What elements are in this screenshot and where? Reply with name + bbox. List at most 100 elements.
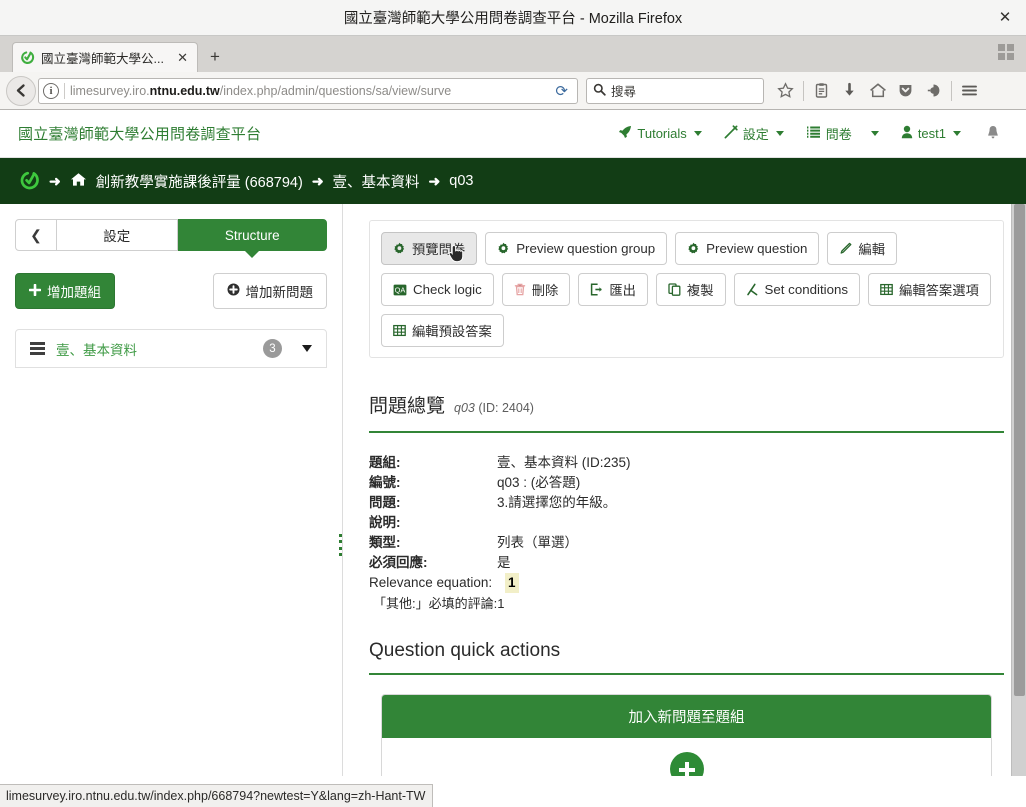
toolbar-divider-2 <box>951 80 952 101</box>
overview-table: 題組: 壹、基本資料 (ID:235) 編號: q03 : (必答題) 問題: … <box>369 453 1004 614</box>
other-comment-note: 「其他:」必填的評論:1 <box>373 596 505 611</box>
chevron-down-icon <box>775 131 784 136</box>
scrollbar-vertical[interactable] <box>1011 204 1026 776</box>
add-group-label: 增加題組 <box>47 285 101 300</box>
sidebar-tab-structure[interactable]: Structure <box>177 219 327 251</box>
button-label: Preview question group <box>516 241 656 256</box>
breadcrumb-arrow: ➜ <box>428 172 441 189</box>
plus-circle-icon[interactable] <box>669 752 704 776</box>
qa-badge-icon: QA <box>393 284 407 296</box>
search-bar[interactable]: 搜尋 <box>586 77 764 104</box>
copy-icon <box>668 283 681 296</box>
new-tab-button[interactable]: + <box>198 42 232 72</box>
reload-icon[interactable]: ⟳ <box>550 82 573 100</box>
copy-question-button[interactable]: 複製 <box>655 273 726 306</box>
breadcrumb-item-group[interactable]: 壹、基本資料 <box>333 171 420 192</box>
nav-item-surveys[interactable]: 問卷 <box>795 118 890 149</box>
plus-circle-icon <box>227 283 240 299</box>
gear-icon <box>687 242 700 255</box>
delete-question-button[interactable]: 刪除 <box>501 273 571 306</box>
add-group-button[interactable]: 增加題組 <box>15 273 115 309</box>
relevance-equation-value: 1 <box>505 573 519 593</box>
hamburger-menu-icon[interactable] <box>956 77 983 105</box>
nav-item-tutorials[interactable]: Tutorials <box>607 119 712 148</box>
add-question-button[interactable]: 增加新問題 <box>212 273 327 309</box>
list-item[interactable]: 壹、基本資料 3 <box>16 330 326 367</box>
sidebar-tabs: ❮ 設定 Structure <box>15 219 327 251</box>
card-body[interactable]: 加入新問題至題組 <box>382 738 991 776</box>
limesurvey-logo[interactable] <box>18 170 40 192</box>
export-question-button[interactable]: 匯出 <box>578 273 648 306</box>
check-logic-button[interactable]: QA Check logic <box>381 273 494 306</box>
reader-list-icon[interactable] <box>808 77 835 105</box>
download-arrow-icon[interactable] <box>836 77 863 105</box>
table-row: 說明: <box>369 513 1004 533</box>
plus-icon <box>28 283 42 299</box>
row-value: 是 <box>497 555 511 570</box>
home-icon[interactable] <box>864 77 891 105</box>
tab-close-icon[interactable]: ✕ <box>174 50 191 66</box>
preview-survey-button[interactable]: 預覽問卷 <box>381 232 478 265</box>
nav-item-settings[interactable]: 設定 <box>713 118 795 149</box>
panel-splitter[interactable] <box>338 534 343 556</box>
preview-question-button[interactable]: Preview question <box>675 232 820 265</box>
nav-item-user[interactable]: test1 <box>890 119 972 148</box>
address-bar[interactable]: i limesurvey.iro.ntnu.edu.tw/index.php/a… <box>38 77 578 104</box>
browser-tab[interactable]: 國立臺灣師範大學公... ✕ <box>12 42 198 72</box>
question-overview-section: 問題總覽 q03 (ID: 2404) 題組: 壹、基本資料 (ID:235) … <box>369 391 1004 614</box>
breadcrumb-item-survey[interactable]: 創新教學實施課後評量 (668794) <box>96 171 303 192</box>
chevron-down-icon[interactable] <box>302 345 312 352</box>
add-question-label: 增加新問題 <box>245 285 314 300</box>
question-code-id: q03 (ID: 2404) <box>454 401 534 415</box>
drag-grip-icon[interactable] <box>30 342 45 355</box>
branch-icon <box>746 283 759 296</box>
window-title: 國立臺灣師範大學公用問卷調查平台 - Mozilla Firefox <box>343 11 683 27</box>
tab-grid-icon[interactable] <box>998 44 1018 64</box>
edit-default-answers-button[interactable]: 編輯預設答案 <box>381 314 504 347</box>
set-conditions-button[interactable]: Set conditions <box>733 273 861 306</box>
row-label: 編號: <box>369 475 401 490</box>
trash-icon <box>514 283 526 296</box>
window-close-button[interactable]: ✕ <box>994 7 1016 29</box>
limesurvey-favicon <box>19 50 35 66</box>
bookmark-star-icon[interactable] <box>772 77 799 105</box>
site-identity-icon[interactable]: i <box>43 82 59 99</box>
button-label: Set conditions <box>764 282 849 297</box>
row-label: 題組: <box>369 455 401 470</box>
sidebar-tab-settings[interactable]: 設定 <box>57 219 178 251</box>
status-link-tooltip: limesurvey.iro.ntnu.edu.tw/index.php/668… <box>0 784 434 807</box>
sidebar: ❮ 設定 Structure 增加題組 增加新問題 壹、基本資料 3 <box>0 204 343 776</box>
chevron-down-icon <box>953 131 961 136</box>
preview-question-group-button[interactable]: Preview question group <box>485 232 668 265</box>
app-nav: Tutorials 設定 問卷 test1 <box>607 118 1008 149</box>
quick-actions-section: Question quick actions 加入新問題至題組 加入新問題至題組 <box>369 640 1004 776</box>
edit-answer-options-button[interactable]: 編輯答案選項 <box>868 273 991 306</box>
table-row: 題組: 壹、基本資料 (ID:235) <box>369 453 1004 473</box>
add-new-question-card[interactable]: 加入新問題至題組 加入新問題至題組 <box>381 694 992 776</box>
breadcrumb: ➜ 創新教學實施課後評量 (668794) ➜ 壹、基本資料 ➜ q03 <box>0 158 1026 204</box>
sync-icon[interactable] <box>920 77 947 105</box>
button-label: Preview question <box>706 241 808 256</box>
browser-tabstrip: 國立臺灣師範大學公... ✕ + <box>0 36 1026 72</box>
list-icon <box>806 125 821 142</box>
page-body: ❮ 設定 Structure 增加題組 增加新問題 壹、基本資料 3 預覽問卷 … <box>0 204 1026 776</box>
gear-icon <box>393 242 406 255</box>
back-button[interactable] <box>6 75 36 106</box>
user-icon <box>901 125 913 142</box>
sidebar-collapse-button[interactable]: ❮ <box>15 219 57 251</box>
table-icon <box>880 283 893 296</box>
table-icon <box>393 324 406 337</box>
home-icon[interactable] <box>70 172 87 191</box>
group-name-label[interactable]: 壹、基本資料 <box>56 339 137 359</box>
pencil-icon <box>839 242 852 255</box>
breadcrumb-item-question: q03 <box>449 173 474 189</box>
edit-question-button[interactable]: 編輯 <box>827 232 898 265</box>
toolbar-divider <box>803 80 804 101</box>
wrench-icon <box>724 125 738 142</box>
scrollbar-thumb[interactable] <box>1014 204 1025 696</box>
button-label: 匯出 <box>609 283 636 298</box>
pocket-shield-icon[interactable] <box>892 77 919 105</box>
status-badge: 3 <box>263 339 282 358</box>
table-row: 編號: q03 : (必答題) <box>369 473 1004 493</box>
nav-item-notifications[interactable] <box>972 119 1008 149</box>
